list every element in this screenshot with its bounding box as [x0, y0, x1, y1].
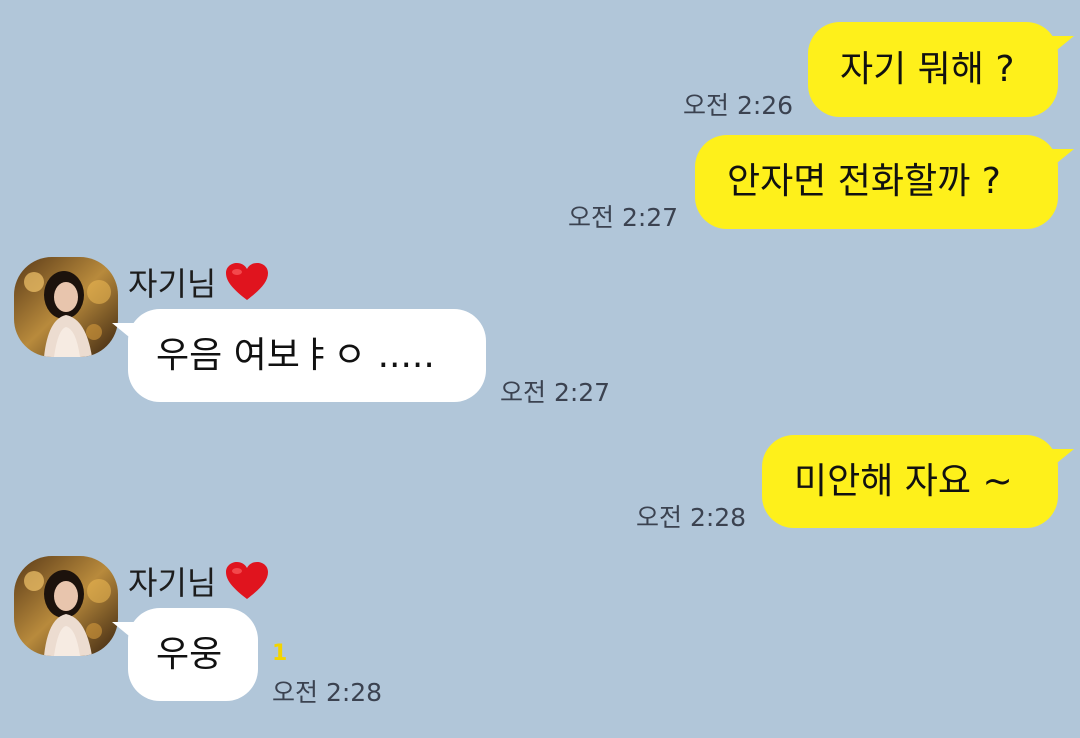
message-timestamp: 오전 2:26 [683, 91, 794, 120]
contact-avatar[interactable] [14, 556, 118, 656]
message-timestamp: 오전 2:27 [568, 203, 679, 232]
message-text: 미안해 자요 ~ [794, 460, 1013, 502]
message-bubble-theirs[interactable]: 우웅 [112, 608, 258, 701]
message-text: 안자면 전화할까 ? [727, 161, 1001, 202]
sender-name-text: 자기님 [128, 265, 217, 303]
message-bubble-theirs[interactable]: 우음 여보ㅑㅇ ..... [112, 309, 486, 402]
contact-avatar[interactable] [14, 257, 118, 357]
message-bubble-mine[interactable]: 미안해 자요 ~ [762, 435, 1074, 528]
avatar-photo [14, 257, 118, 357]
message-timestamp: 오전 2:28 [272, 678, 383, 707]
message-text: 자기 뭐해 ? [840, 48, 1015, 90]
sender-name: 자기님 [128, 558, 270, 604]
message-text: 우음 여보ㅑㅇ ..... [156, 334, 435, 376]
sender-name: 자기님 [128, 259, 270, 305]
message-bubble-mine[interactable]: 자기 뭐해 ? [808, 22, 1074, 117]
sender-name-text: 자기님 [128, 564, 217, 602]
message-bubble-mine[interactable]: 안자면 전화할까 ? [695, 135, 1074, 229]
unread-count-badge: 1 [272, 641, 288, 666]
avatar-photo [14, 556, 118, 656]
message-timestamp: 오전 2:27 [500, 378, 611, 407]
heart-icon [226, 562, 269, 599]
heart-icon [226, 263, 269, 300]
message-text: 우웅 [156, 633, 223, 675]
message-timestamp: 오전 2:28 [636, 503, 747, 532]
